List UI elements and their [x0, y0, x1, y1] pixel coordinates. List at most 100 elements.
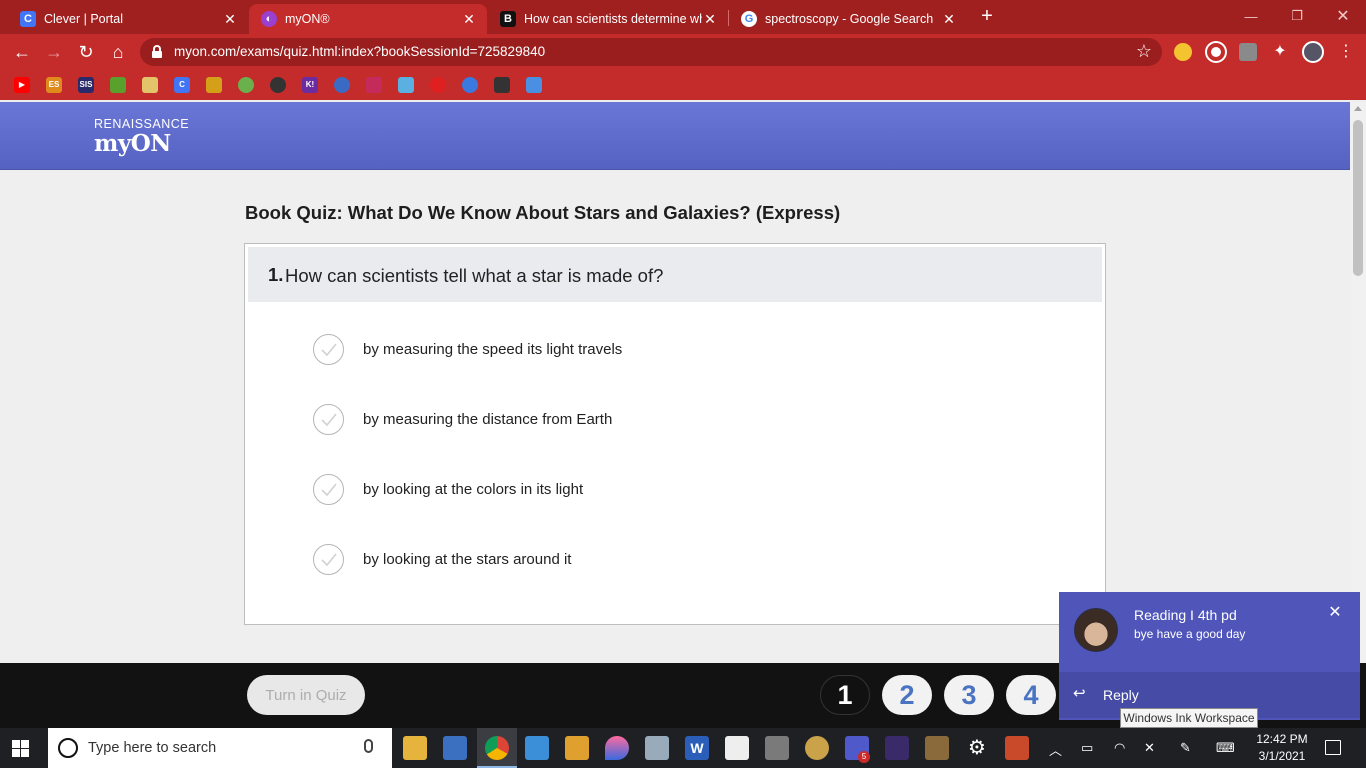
youtube-bookmark-icon[interactable]: ▶: [14, 77, 30, 93]
answer-option[interactable]: by looking at the stars around it: [313, 542, 1013, 576]
clever-bookmark-icon[interactable]: C: [174, 77, 190, 93]
back-icon[interactable]: ←: [10, 40, 34, 64]
question-2-button[interactable]: 2: [882, 675, 932, 715]
video-editor-icon[interactable]: [565, 736, 589, 760]
extensions-puzzle-icon[interactable]: ✦: [1271, 43, 1289, 61]
reload-icon[interactable]: ↻: [74, 40, 98, 64]
home-icon[interactable]: ⌂: [106, 40, 130, 64]
windows-ink-icon[interactable]: ✎: [1180, 740, 1191, 756]
taskbar-search-box[interactable]: Type here to search: [48, 728, 392, 768]
answer-checkmark-icon[interactable]: [313, 333, 344, 365]
answer-checkmark-icon[interactable]: [313, 403, 344, 435]
sis-bookmark-icon[interactable]: SIS: [78, 77, 94, 93]
volume-muted-icon[interactable]: ✕: [1144, 740, 1155, 756]
show-hidden-icons[interactable]: ︿: [1049, 740, 1062, 759]
myon-logo[interactable]: myON: [94, 130, 171, 157]
bookmark-icon[interactable]: [110, 77, 126, 93]
scroll-up-icon[interactable]: [1354, 106, 1362, 111]
bookmark-icon[interactable]: [142, 77, 158, 93]
bookmark-icon[interactable]: [238, 77, 254, 93]
bookmark-icon[interactable]: [334, 77, 350, 93]
bookmark-icon[interactable]: [366, 77, 382, 93]
url-text[interactable]: myon.com/exams/quiz.html:index?bookSessi…: [174, 44, 545, 59]
tab-title: Clever | Portal: [44, 12, 123, 26]
battery-icon[interactable]: ▭: [1081, 740, 1093, 756]
answer-option[interactable]: by looking at the colors in its light: [313, 472, 1013, 506]
answer-label[interactable]: by looking at the colors in its light: [363, 481, 583, 498]
question-number: 1.: [268, 264, 284, 285]
address-bar[interactable]: myon.com/exams/quiz.html:index?bookSessi…: [140, 38, 1162, 66]
answer-checkmark-icon[interactable]: [313, 543, 344, 575]
ghost-extension-icon[interactable]: [1174, 43, 1192, 61]
close-icon[interactable]: ✕: [1327, 602, 1343, 622]
brainly-icon: B: [500, 11, 516, 27]
restore-icon[interactable]: ❐: [1274, 0, 1320, 32]
word-icon[interactable]: W: [685, 736, 709, 760]
extension-r-icon[interactable]: [1239, 43, 1257, 61]
kahoot-bookmark-icon[interactable]: K!: [302, 77, 318, 93]
minimize-icon[interactable]: —: [1228, 0, 1274, 32]
microsoft-store-icon[interactable]: [443, 736, 467, 760]
wifi-icon[interactable]: ◠: [1114, 740, 1125, 756]
forward-icon[interactable]: →: [42, 40, 66, 64]
taskbar-clock[interactable]: 12:42 PM 3/1/2021: [1252, 731, 1312, 765]
answer-option[interactable]: by measuring the distance from Earth: [313, 402, 1013, 436]
turn-in-quiz-button[interactable]: Turn in Quiz: [247, 675, 365, 715]
close-tab-icon[interactable]: ✕: [222, 11, 238, 28]
close-tab-icon[interactable]: ✕: [461, 11, 477, 28]
search-placeholder: Type here to search: [88, 740, 217, 756]
close-window-icon[interactable]: ✕: [1320, 0, 1366, 32]
bookmark-icon[interactable]: [494, 77, 510, 93]
scroll-thumb[interactable]: [1353, 120, 1363, 276]
bookmark-star-icon[interactable]: ☆: [1136, 41, 1152, 62]
notification-title: Reading I 4th pd: [1134, 607, 1237, 623]
menu-dots-icon[interactable]: ⋮: [1334, 40, 1358, 64]
minecraft-icon[interactable]: [925, 736, 949, 760]
tab-title: How can scientists determine wh: [524, 12, 702, 26]
lock-icon: [152, 45, 162, 58]
teams-notification[interactable]: Reading I 4th pd bye have a good day ✕ ↩…: [1059, 592, 1360, 720]
paint-3d-icon[interactable]: [605, 736, 629, 760]
answer-checkmark-icon[interactable]: [313, 473, 344, 505]
snipping-tool-icon[interactable]: [1005, 736, 1029, 760]
bookmark-icon[interactable]: ES: [46, 77, 62, 93]
game-icon[interactable]: [885, 736, 909, 760]
chrome-icon[interactable]: [485, 736, 509, 760]
settings-gear-icon[interactable]: ⚙: [965, 736, 989, 760]
bookmark-icon[interactable]: [526, 77, 542, 93]
profile-avatar-icon[interactable]: [1302, 41, 1324, 63]
bookmark-icon[interactable]: [206, 77, 222, 93]
action-center-icon[interactable]: [1325, 740, 1341, 755]
windows-start-icon[interactable]: [12, 740, 29, 757]
reply-arrow-icon: ↩: [1073, 685, 1086, 702]
tab-clever-portal[interactable]: C Clever | Portal ✕: [8, 4, 248, 34]
tab-myon[interactable]: ◐ myON® ✕: [249, 4, 487, 34]
question-4-button[interactable]: 4: [1006, 675, 1056, 715]
tab-google-search[interactable]: G spectroscopy - Google Search ✕: [729, 4, 967, 34]
page-scrollbar[interactable]: [1350, 102, 1366, 663]
snip-icon[interactable]: [645, 736, 669, 760]
file-explorer-icon[interactable]: [403, 736, 427, 760]
tab-brainly-question[interactable]: B How can scientists determine wh ✕: [488, 4, 728, 34]
cortana-icon: [58, 738, 78, 758]
calculator-icon[interactable]: [765, 736, 789, 760]
answer-option[interactable]: by measuring the speed its light travels: [313, 332, 1013, 366]
bookmark-icon[interactable]: [430, 77, 446, 93]
question-1-button[interactable]: 1: [820, 675, 870, 715]
bookmark-icon[interactable]: [398, 77, 414, 93]
answer-label[interactable]: by measuring the speed its light travels: [363, 341, 622, 358]
bookmark-icon[interactable]: [270, 77, 286, 93]
new-tab-icon[interactable]: +: [976, 5, 998, 27]
close-tab-icon[interactable]: ✕: [702, 11, 718, 28]
bookmark-icon[interactable]: [462, 77, 478, 93]
microphone-icon[interactable]: [364, 739, 373, 753]
keyboard-icon[interactable]: ⌨: [1216, 740, 1235, 756]
question-3-button[interactable]: 3: [944, 675, 994, 715]
package-icon[interactable]: [725, 736, 749, 760]
answer-label[interactable]: by looking at the stars around it: [363, 551, 571, 568]
grammarly-extension-icon[interactable]: [1207, 43, 1225, 61]
close-tab-icon[interactable]: ✕: [941, 11, 957, 28]
answer-label[interactable]: by measuring the distance from Earth: [363, 411, 612, 428]
photos-icon[interactable]: [525, 736, 549, 760]
paint-palette-icon[interactable]: [805, 736, 829, 760]
